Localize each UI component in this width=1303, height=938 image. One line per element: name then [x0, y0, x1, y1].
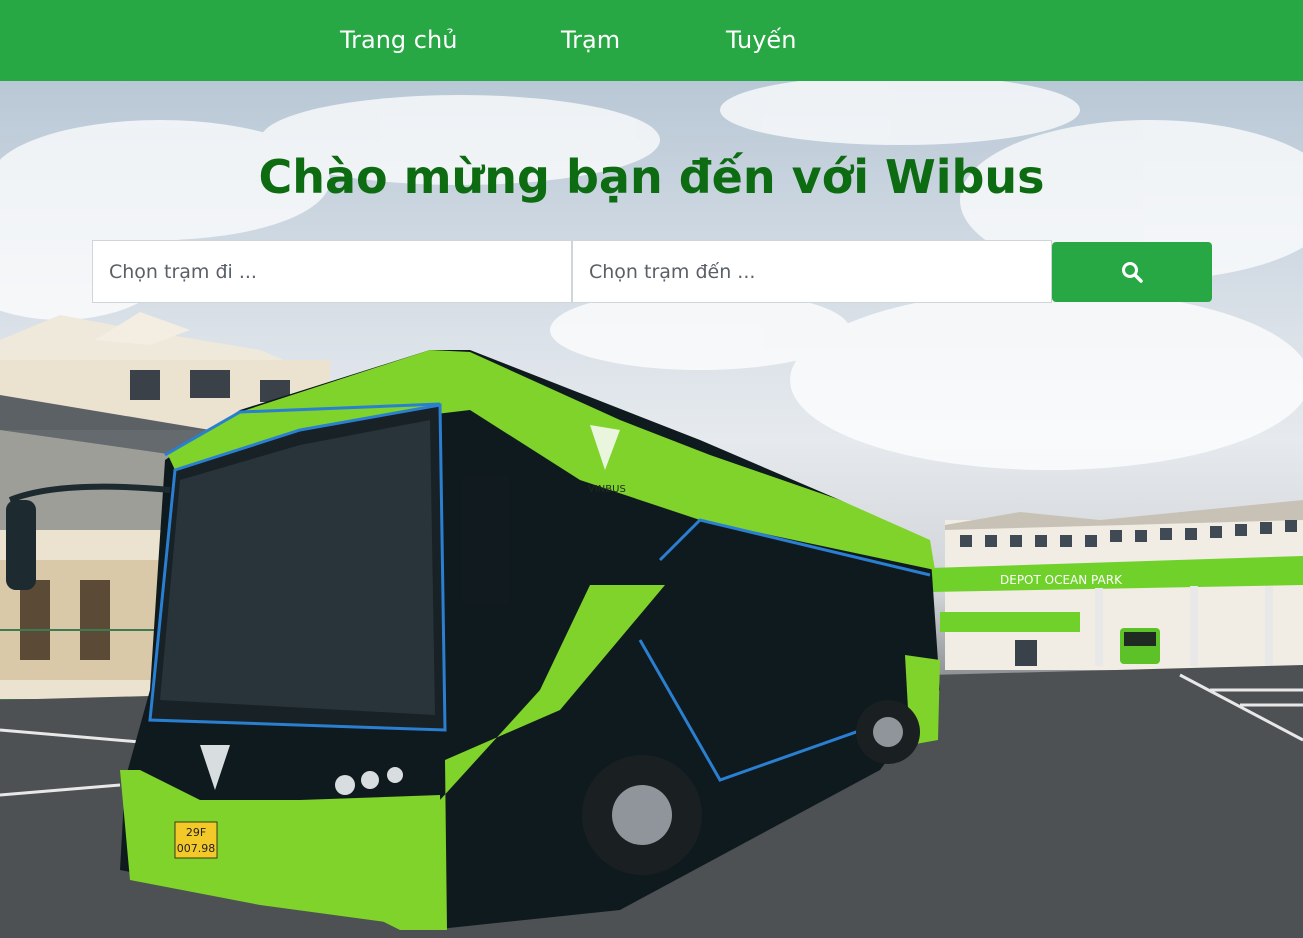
- from-station-input[interactable]: [92, 240, 572, 303]
- hero-section: DEPOT OCEAN PARK VINBUS 29F 007.98: [0, 81, 1303, 938]
- nav-link-routes[interactable]: Tuyến: [726, 26, 796, 54]
- search-icon: [1122, 262, 1143, 283]
- license-plate-line1: 29F: [186, 826, 206, 839]
- station-search-bar: [92, 240, 1212, 303]
- bus-side-logo-text: VINBUS: [588, 484, 626, 495]
- license-plate-line2: 007.98: [177, 842, 216, 855]
- depot-sign-text: DEPOT OCEAN PARK: [1000, 573, 1123, 587]
- bus-side-mirror: [6, 500, 36, 590]
- page-title: Chào mừng bạn đến với Wibus: [258, 150, 1045, 204]
- search-button[interactable]: [1052, 242, 1212, 302]
- nav-link-home[interactable]: Trang chủ: [340, 26, 457, 54]
- to-station-input[interactable]: [572, 240, 1052, 303]
- hero-background-image: DEPOT OCEAN PARK VINBUS 29F 007.98: [0, 81, 1303, 938]
- top-navbar: Trang chủ Trạm Tuyến: [0, 0, 1303, 81]
- nav-link-stations[interactable]: Trạm: [561, 26, 620, 54]
